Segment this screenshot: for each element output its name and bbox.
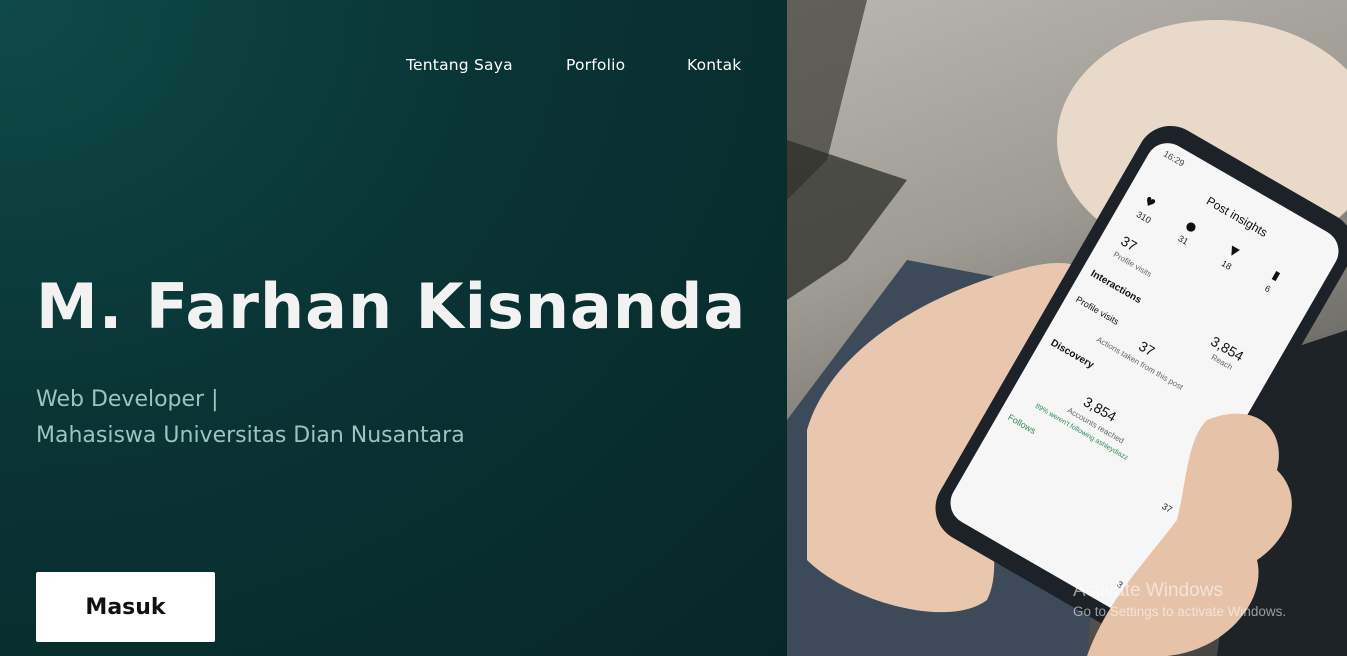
hero-subtitle-university: Mahasiswa Universitas Dian Nusantara xyxy=(36,423,465,448)
nav-tentang-saya-link[interactable]: Tentang Saya xyxy=(406,56,513,74)
hands-holding-phone-illustration: 16:29 Post insights ♥ 310 ● 31 ▼ 18 ▮ 6 … xyxy=(787,0,1347,656)
hero-photo: 16:29 Post insights ♥ 310 ● 31 ▼ 18 ▮ 6 … xyxy=(787,0,1347,656)
nav-kontak-link[interactable]: Kontak xyxy=(687,56,741,74)
masuk-button[interactable]: Masuk xyxy=(36,572,215,642)
watermark-title: Activate Windows xyxy=(1073,580,1223,601)
hero-panel: Tentang Saya Porfolio Kontak M. Farhan K… xyxy=(0,0,787,656)
hero-subtitle-role: Web Developer | xyxy=(36,387,219,412)
top-nav: Tentang Saya Porfolio Kontak xyxy=(0,56,787,78)
windows-activation-watermark: Activate Windows Go to Settings to activ… xyxy=(1073,580,1286,619)
watermark-subtitle: Go to Settings to activate Windows. xyxy=(1073,604,1287,619)
nav-portfolio-link[interactable]: Porfolio xyxy=(566,56,625,74)
hero-name: M. Farhan Kisnanda xyxy=(36,270,747,343)
plant-leaf-shape xyxy=(787,140,907,300)
